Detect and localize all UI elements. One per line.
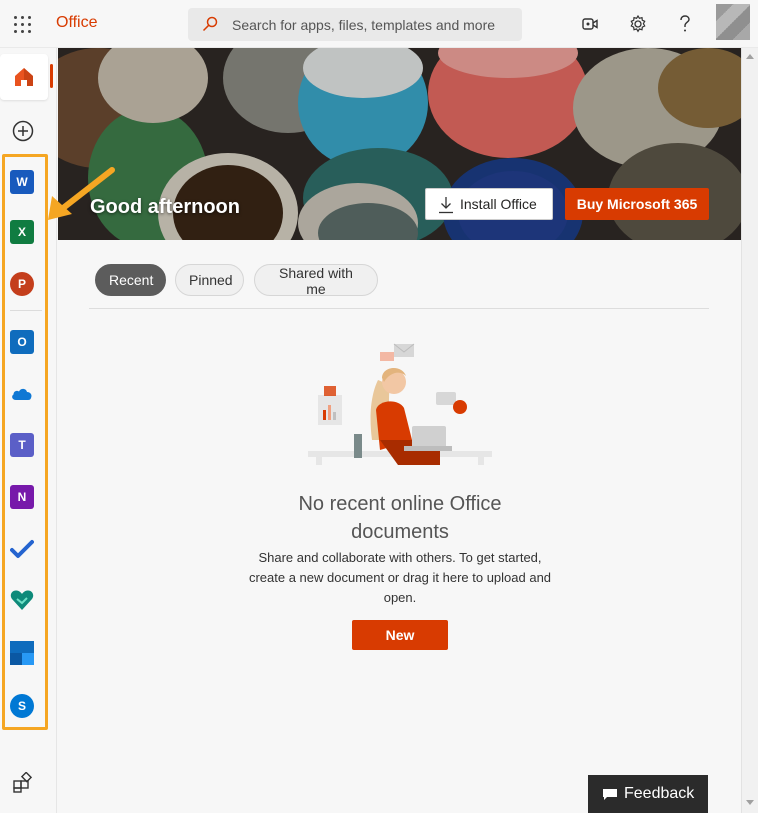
onenote-icon[interactable]: N <box>10 485 34 509</box>
plus-circle-icon <box>12 120 34 142</box>
office-brand-link[interactable]: Office <box>56 14 98 32</box>
rail-divider <box>10 310 42 311</box>
teams-icon[interactable]: T <box>10 433 34 457</box>
app-rail: W X P O T N S <box>0 48 57 813</box>
gear-icon[interactable] <box>626 12 650 36</box>
skype-icon[interactable]: S <box>10 694 34 718</box>
chat-icon <box>603 789 617 800</box>
teams-meet-icon[interactable] <box>578 12 602 36</box>
annotation-arrow <box>48 167 115 220</box>
home-button[interactable] <box>0 54 48 100</box>
create-button[interactable] <box>10 118 36 144</box>
main-content: Recent Pinned Shared with me No recent o… <box>58 240 741 813</box>
excel-icon[interactable]: X <box>10 220 34 244</box>
scroll-up-arrow[interactable] <box>746 54 754 59</box>
install-office-button[interactable]: Install Office <box>425 188 553 220</box>
family-safety-icon[interactable] <box>10 588 34 612</box>
outlook-icon[interactable]: O <box>10 330 34 354</box>
install-office-label: Install Office <box>460 196 537 212</box>
empty-state-title: No recent online Office documents <box>298 493 502 543</box>
tab-pinned[interactable]: Pinned <box>175 264 244 296</box>
feedback-label: Feedback <box>624 785 695 802</box>
calendar-icon[interactable] <box>10 641 34 665</box>
powerpoint-icon[interactable]: P <box>10 272 34 296</box>
buy-microsoft-365-button[interactable]: Buy Microsoft 365 <box>565 188 709 220</box>
hero-banner: Good afternoon Install Office Buy Micros… <box>58 48 741 240</box>
download-icon <box>439 197 453 214</box>
todo-icon[interactable] <box>10 537 34 561</box>
onedrive-icon[interactable] <box>10 382 34 406</box>
new-document-button[interactable]: New <box>352 620 448 650</box>
waffle-icon[interactable] <box>12 14 32 34</box>
home-icon <box>15 68 33 86</box>
avatar[interactable] <box>716 4 750 40</box>
empty-state-description: Share and collaborate with others. To ge… <box>248 550 552 605</box>
feedback-button[interactable]: Feedback <box>588 775 708 813</box>
office-home: Office Search for apps, files, templates… <box>0 0 758 813</box>
search-input[interactable] <box>232 8 512 41</box>
empty-state-illustration <box>308 343 492 465</box>
search-icon <box>202 16 218 32</box>
active-indicator <box>50 64 53 88</box>
tab-shared-with-me[interactable]: Shared with me <box>254 264 378 297</box>
divider <box>89 308 709 309</box>
add-apps-icon[interactable] <box>12 771 34 794</box>
help-icon[interactable] <box>673 12 697 36</box>
word-icon[interactable]: W <box>10 170 34 194</box>
vertical-scrollbar[interactable] <box>741 48 758 813</box>
search-box[interactable] <box>188 8 522 41</box>
top-bar: Office <box>0 0 758 48</box>
tab-recent[interactable]: Recent <box>95 264 166 296</box>
scroll-down-arrow[interactable] <box>746 800 754 805</box>
